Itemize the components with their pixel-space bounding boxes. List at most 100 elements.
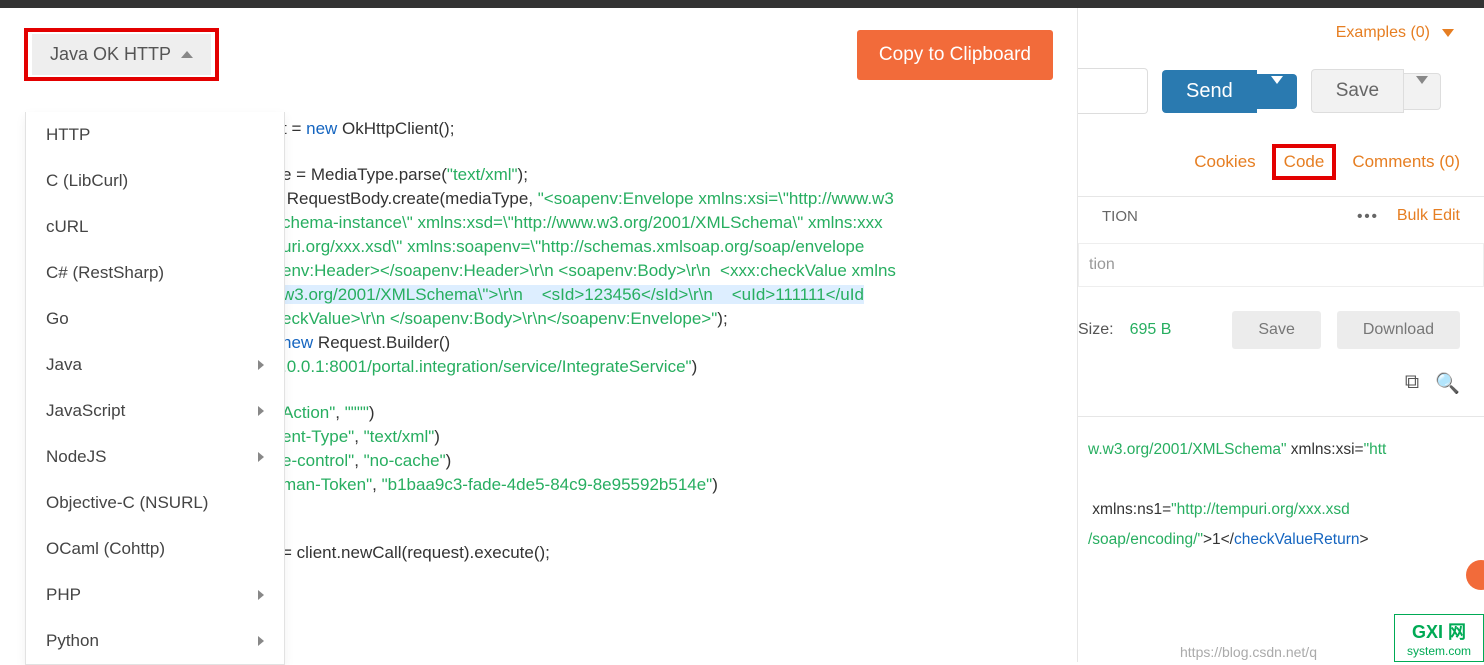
dd-item-nodejs[interactable]: NodeJS	[26, 434, 284, 480]
dd-item-java[interactable]: Java	[26, 342, 284, 388]
watermark-logo: GXI 网 system.com	[1394, 614, 1484, 662]
dd-item-javascript[interactable]: JavaScript	[26, 388, 284, 434]
code-text: );	[717, 309, 727, 328]
code-snippet-panel: Java OK HTTP Copy to Clipboard HTTP C (L…	[0, 8, 1078, 662]
code-text: t =	[282, 119, 306, 138]
dd-item-csharp[interactable]: C# (RestSharp)	[26, 250, 284, 296]
bulk-edit-link[interactable]: Bulk Edit	[1397, 207, 1460, 225]
caret-right-icon	[258, 636, 264, 646]
section-label-fragment: TION	[1102, 208, 1138, 225]
dd-item-http[interactable]: HTTP	[26, 112, 284, 158]
xml-string: /soap/encoding/"	[1088, 531, 1203, 548]
examples-link[interactable]: Examples (0)	[1336, 24, 1430, 42]
watermark-subtext: system.com	[1407, 644, 1471, 658]
section-header: TION ••• Bulk Edit	[1078, 197, 1484, 235]
code-string: "text/xml"	[447, 165, 518, 184]
language-selected-label: Java OK HTTP	[50, 44, 171, 65]
examples-row: Examples (0)	[1078, 8, 1484, 58]
code-keyword: new	[282, 333, 313, 352]
dd-item-objc[interactable]: Objective-C (NSURL)	[26, 480, 284, 526]
code-keyword: new	[306, 119, 337, 138]
code-text: ,	[354, 427, 363, 446]
caret-down-icon	[1271, 76, 1283, 99]
code-string: "no-cache"	[364, 451, 446, 470]
code-string: uri.org/xxx.xsd\" xmlns:soapenv=\"http:/…	[282, 237, 864, 256]
save-response-button[interactable]: Save	[1232, 311, 1320, 349]
code-text: OkHttpClient();	[337, 119, 454, 138]
more-icon[interactable]: •••	[1357, 208, 1379, 225]
code-string: """"	[345, 403, 369, 422]
save-dropdown-button[interactable]	[1404, 73, 1441, 110]
code-text: = client.newCall(request).execute();	[282, 543, 550, 562]
dd-label: Objective-C (NSURL)	[46, 493, 208, 513]
caret-right-icon	[258, 452, 264, 462]
caret-right-icon	[258, 406, 264, 416]
language-dropdown-menu: HTTP C (LibCurl) cURL C# (RestSharp) Go …	[25, 112, 285, 665]
code-string: chema-instance\" xmlns:xsd=\"http://www.…	[282, 213, 883, 232]
xml-attr: xmlns:ns1=	[1088, 501, 1171, 518]
search-icon[interactable]: 🔍	[1435, 371, 1460, 396]
dd-label: OCaml (Cohttp)	[46, 539, 165, 559]
code-string: man-Token"	[282, 475, 372, 494]
code-text: ,	[354, 451, 363, 470]
xml-string: "http://tempuri.org/xxx.xsd	[1171, 501, 1350, 518]
send-button[interactable]: Send	[1162, 70, 1257, 113]
code-text: )	[434, 427, 440, 446]
code-string: eckValue>\r\n </soapenv:Body>\r\n</soape…	[282, 309, 717, 328]
xml-tag: checkValueReturn	[1234, 531, 1360, 548]
code-text: )	[712, 475, 718, 494]
dd-item-curl[interactable]: cURL	[26, 204, 284, 250]
response-meta-row: Size: 695 B Save Download	[1078, 303, 1484, 365]
dd-label: Python	[46, 631, 99, 651]
dd-label: NodeJS	[46, 447, 106, 467]
url-input-fragment[interactable]	[1078, 68, 1148, 114]
dd-item-c-libcurl[interactable]: C (LibCurl)	[26, 158, 284, 204]
dd-label: HTTP	[46, 125, 90, 145]
dd-item-ocaml[interactable]: OCaml (Cohttp)	[26, 526, 284, 572]
send-dropdown-button[interactable]	[1257, 74, 1297, 109]
comments-link[interactable]: Comments (0)	[1352, 152, 1460, 172]
code-text: RequestBody.create(mediaType,	[282, 189, 538, 208]
xml-text: >	[1360, 531, 1369, 548]
xml-text: >1</	[1203, 531, 1234, 548]
code-text: Request.Builder()	[313, 333, 450, 352]
copy-icon[interactable]: ⧉	[1405, 371, 1419, 396]
code-text: )	[369, 403, 375, 422]
caret-down-icon	[1416, 76, 1428, 99]
response-body[interactable]: w.w3.org/2001/XMLSchema" xmlns:xsi="htt …	[1078, 416, 1484, 573]
caret-right-icon	[258, 360, 264, 370]
code-link[interactable]: Code	[1272, 144, 1337, 180]
xml-string: w.w3.org/2001/XMLSchema"	[1088, 441, 1287, 458]
dd-label: JavaScript	[46, 401, 125, 421]
action-links-row: Cookies Code Comments (0)	[1078, 134, 1484, 190]
response-tools-row: ⧉ 🔍	[1078, 365, 1484, 406]
code-string: ent-Type"	[282, 427, 354, 446]
copy-to-clipboard-button[interactable]: Copy to Clipboard	[857, 30, 1053, 80]
dd-item-go[interactable]: Go	[26, 296, 284, 342]
window-topbar	[0, 0, 1484, 8]
xml-string: "htt	[1364, 441, 1387, 458]
caret-down-icon[interactable]	[1442, 29, 1454, 37]
description-input[interactable]: tion	[1078, 243, 1484, 287]
cookies-link[interactable]: Cookies	[1194, 152, 1255, 172]
code-string: "<soapenv:Envelope xmlns:xsi=\"http://ww…	[538, 189, 894, 208]
code-string: .0.0.1:8001/portal.integration/service/I…	[282, 357, 692, 376]
dd-label: PHP	[46, 585, 81, 605]
footer-url: https://blog.csdn.net/q	[1180, 644, 1317, 660]
language-dropdown[interactable]: Java OK HTTP	[32, 34, 211, 75]
download-button[interactable]: Download	[1337, 311, 1460, 349]
save-button[interactable]: Save	[1311, 69, 1404, 113]
caret-right-icon	[258, 590, 264, 600]
code-text: );	[518, 165, 528, 184]
send-row: Send Save	[1078, 58, 1484, 134]
code-string: "b1baa9c3-fade-4de5-84c9-8e95592b514e"	[382, 475, 713, 494]
dd-item-php[interactable]: PHP	[26, 572, 284, 618]
dd-item-python[interactable]: Python	[26, 618, 284, 664]
code-string: e-control"	[282, 451, 354, 470]
code-string: Action"	[282, 403, 335, 422]
watermark-text: GXI 网	[1412, 618, 1466, 644]
dd-label: C (LibCurl)	[46, 171, 128, 191]
generated-code[interactable]: t = new OkHttpClient(); e = MediaType.pa…	[282, 118, 1059, 662]
code-text: )	[446, 451, 452, 470]
size-value: 695 B	[1130, 321, 1172, 339]
